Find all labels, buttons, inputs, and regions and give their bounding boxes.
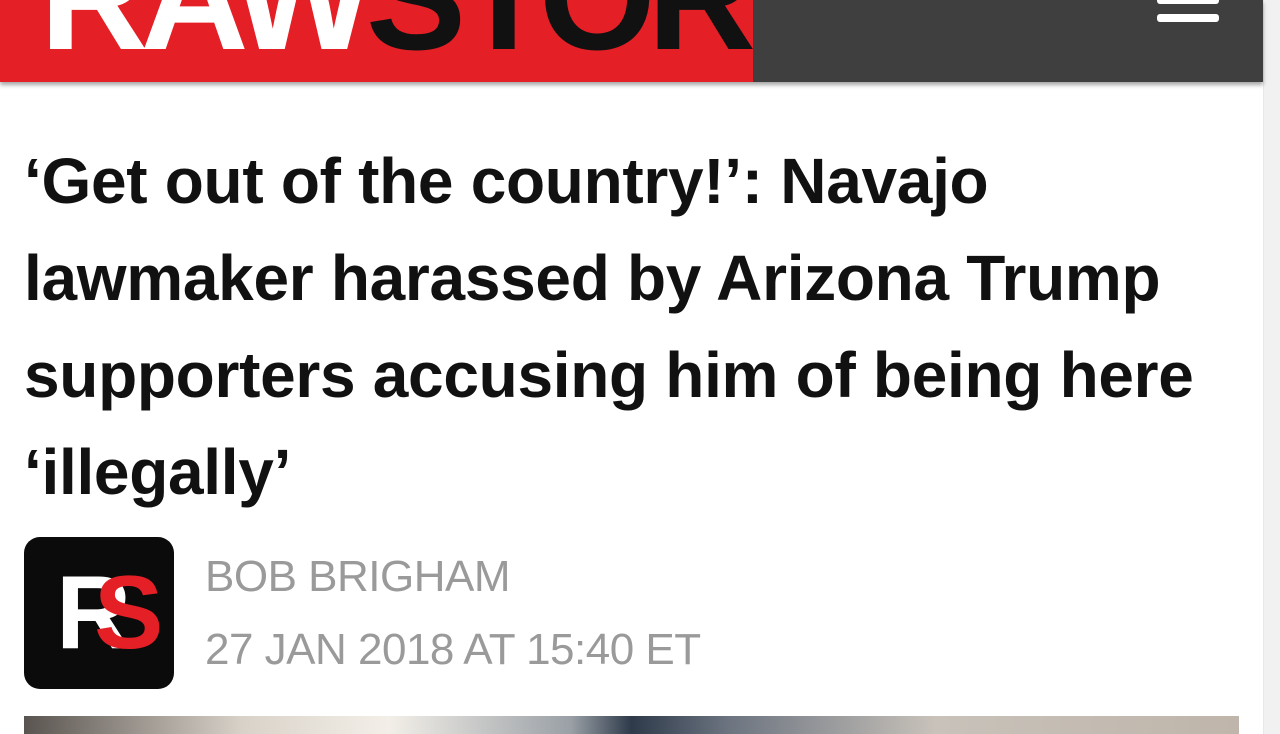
hamburger-menu-icon[interactable]: [1153, 0, 1223, 30]
avatar-letter-s: S: [94, 555, 164, 671]
publish-date: 27 JAN 2018 AT 15:40 ET: [205, 625, 701, 674]
logo-story-text: STORY: [366, 0, 753, 81]
menu-bar: [1157, 14, 1219, 22]
author-avatar[interactable]: R S: [24, 537, 174, 689]
article-headline: ‘Get out of the country!’: Navajo lawmak…: [24, 145, 1194, 508]
logo-wordmark: RAWSTORY: [40, 0, 753, 72]
hero-image: [24, 716, 1239, 734]
site-header: RAWSTORY: [0, 0, 1263, 82]
author-name[interactable]: BOB BRIGHAM: [205, 551, 511, 603]
site-logo[interactable]: RAWSTORY: [0, 0, 753, 82]
menu-bar: [1157, 0, 1219, 4]
logo-raw-text: RAW: [40, 0, 374, 81]
scrollbar[interactable]: [1263, 0, 1280, 734]
